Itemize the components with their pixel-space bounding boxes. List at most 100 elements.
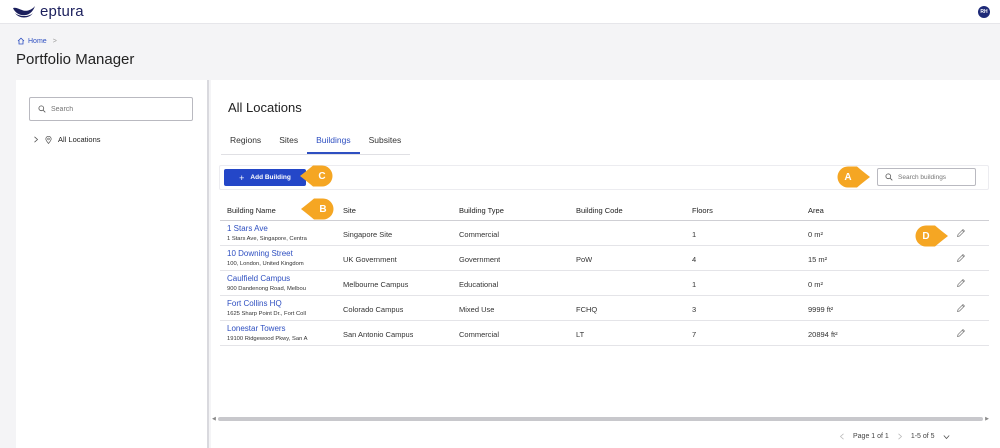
table-row[interactable]: 10 Downing Street 100, London, United Ki… xyxy=(220,246,989,271)
callout-a-label: A xyxy=(844,171,852,183)
tab-regions[interactable]: Regions xyxy=(221,129,270,154)
callout-b-label: B xyxy=(319,203,327,215)
building-name-cell: 10 Downing Street 100, London, United Ki… xyxy=(227,249,327,267)
chevron-down-icon[interactable] xyxy=(943,434,950,440)
callout-d: D xyxy=(915,225,949,247)
header-area[interactable]: Area xyxy=(808,206,824,215)
building-name-cell: Lonestar Towers 19100 Ridgewood Pkwy, Sa… xyxy=(227,324,327,342)
location-search-box[interactable] xyxy=(29,97,193,121)
building-address: 900 Dandenong Road, Melbou xyxy=(227,286,306,292)
pencil-edit-icon[interactable] xyxy=(956,253,966,263)
callout-b: B xyxy=(300,198,334,220)
header-building-code[interactable]: Building Code xyxy=(576,206,623,215)
tab-bar: Regions Sites Buildings Subsites xyxy=(221,129,411,155)
location-pin-icon xyxy=(45,135,52,144)
location-search-input[interactable] xyxy=(51,105,181,113)
header-floors[interactable]: Floors xyxy=(692,206,713,215)
tree-item-all-locations[interactable]: All Locations xyxy=(33,135,101,144)
floors-cell: 3 xyxy=(692,305,697,314)
site-cell: Colorado Campus xyxy=(343,305,404,314)
pagination: Page 1 of 1 1-5 of 5 xyxy=(839,433,950,440)
table-toolbar: + Add Building xyxy=(219,165,989,190)
building-address: 1 Stars Ave, Singapore, Centra xyxy=(227,236,307,242)
building-type-cell: Commercial xyxy=(459,330,500,339)
user-avatar[interactable]: RH xyxy=(978,6,990,18)
tab-subsites[interactable]: Subsites xyxy=(360,129,411,154)
building-type-cell: Commercial xyxy=(459,230,500,239)
buildings-table: Building Name Site Building Type Buildin… xyxy=(220,199,989,346)
add-building-label: Add Building xyxy=(250,174,291,181)
building-name-link[interactable]: Fort Collins HQ xyxy=(227,299,327,308)
building-address: 1625 Sharp Point Dr., Fort Coll xyxy=(227,311,306,317)
building-name-link[interactable]: 1 Stars Ave xyxy=(227,224,327,233)
area-cell: 20894 ft² xyxy=(808,330,838,339)
logo-text: eptura xyxy=(40,3,84,20)
building-name-link[interactable]: 10 Downing Street xyxy=(227,249,327,258)
chevron-right-icon[interactable] xyxy=(897,433,903,440)
floors-cell: 1 xyxy=(692,280,697,289)
scroll-right-arrow-icon[interactable]: ▶ xyxy=(985,416,989,422)
area-cell: 0 m² xyxy=(808,230,823,239)
site-cell: UK Government xyxy=(343,255,397,264)
header-building-type[interactable]: Building Type xyxy=(459,206,504,215)
table-row[interactable]: Fort Collins HQ 1625 Sharp Point Dr., Fo… xyxy=(220,296,989,321)
table-header-row: Building Name Site Building Type Buildin… xyxy=(220,199,989,221)
building-type-cell: Mixed Use xyxy=(459,305,495,314)
site-cell: Melbourne Campus xyxy=(343,280,409,289)
chevron-right-icon[interactable] xyxy=(33,136,39,143)
table-row[interactable]: 1 Stars Ave 1 Stars Ave, Singapore, Cent… xyxy=(220,221,989,246)
section-title: All Locations xyxy=(228,100,302,115)
pencil-edit-icon[interactable] xyxy=(956,328,966,338)
floors-cell: 4 xyxy=(692,255,697,264)
building-code-cell: PoW xyxy=(576,255,593,264)
plus-icon: + xyxy=(239,172,245,183)
tree-item-label: All Locations xyxy=(58,135,101,144)
tab-buildings[interactable]: Buildings xyxy=(307,129,360,154)
building-name-cell: 1 Stars Ave 1 Stars Ave, Singapore, Cent… xyxy=(227,224,327,242)
pencil-edit-icon[interactable] xyxy=(956,303,966,313)
eptura-logo-icon xyxy=(13,5,35,17)
page-indicator: Page 1 of 1 xyxy=(853,433,889,440)
floors-cell: 1 xyxy=(692,230,697,239)
tab-sites[interactable]: Sites xyxy=(270,129,307,154)
building-address: 100, London, United Kingdom xyxy=(227,261,304,267)
top-bar: eptura RH xyxy=(0,0,1000,24)
table-row[interactable]: Lonestar Towers 19100 Ridgewood Pkwy, Sa… xyxy=(220,321,989,346)
building-search-box[interactable] xyxy=(877,168,976,186)
building-type-cell: Educational xyxy=(459,280,499,289)
page-size-select[interactable]: 1-5 of 5 xyxy=(911,433,935,440)
pencil-edit-icon[interactable] xyxy=(956,278,966,288)
search-icon xyxy=(38,105,46,113)
search-icon xyxy=(885,173,893,181)
building-name-cell: Fort Collins HQ 1625 Sharp Point Dr., Fo… xyxy=(227,299,327,317)
building-code-cell: FCHQ xyxy=(576,305,598,314)
site-cell: Singapore Site xyxy=(343,230,393,239)
callout-a: A xyxy=(837,166,871,188)
building-address: 19100 Ridgewood Pkwy, San A xyxy=(227,336,308,342)
building-name-link[interactable]: Caulfield Campus xyxy=(227,274,327,283)
scroll-left-arrow-icon[interactable]: ◀ xyxy=(212,416,216,422)
breadcrumb-home[interactable]: Home xyxy=(28,38,47,45)
floors-cell: 7 xyxy=(692,330,697,339)
callout-c-label: C xyxy=(318,170,326,182)
breadcrumb: Home > xyxy=(17,37,57,45)
site-cell: San Antonio Campus xyxy=(343,330,414,339)
area-cell: 15 m² xyxy=(808,255,828,264)
building-type-cell: Government xyxy=(459,255,501,264)
chevron-left-icon[interactable] xyxy=(839,433,845,440)
add-building-button[interactable]: + Add Building xyxy=(224,169,306,186)
callout-c: C xyxy=(299,165,333,187)
table-row[interactable]: Caulfield Campus 900 Dandenong Road, Mel… xyxy=(220,271,989,296)
building-name-link[interactable]: Lonestar Towers xyxy=(227,324,327,333)
building-search-input[interactable] xyxy=(898,173,973,181)
breadcrumb-separator: > xyxy=(52,37,57,45)
location-tree-panel: All Locations xyxy=(16,80,209,448)
building-name-cell: Caulfield Campus 900 Dandenong Road, Mel… xyxy=(227,274,327,292)
header-site[interactable]: Site xyxy=(343,206,356,215)
pencil-edit-icon[interactable] xyxy=(956,228,966,238)
area-cell: 9999 ft² xyxy=(808,305,834,314)
callout-d-label: D xyxy=(922,230,930,242)
eptura-logo[interactable]: eptura xyxy=(12,3,84,20)
horizontal-scrollbar[interactable]: ◀ ▶ xyxy=(212,416,989,422)
page-title: Portfolio Manager xyxy=(16,51,135,68)
